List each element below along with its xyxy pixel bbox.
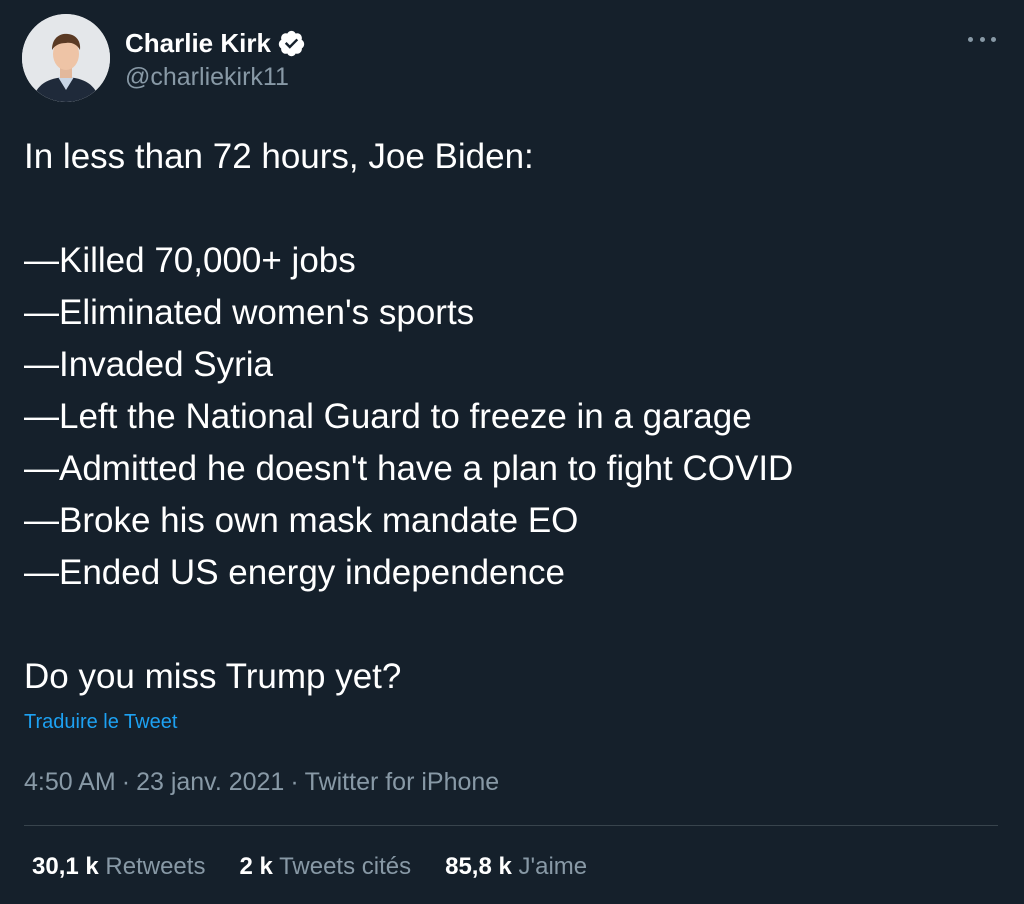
dot [991, 36, 996, 42]
tweet-header: Charlie Kirk @charliekirk11 [22, 14, 1002, 104]
dot [968, 36, 973, 42]
author-handle[interactable]: @charliekirk11 [125, 63, 306, 92]
tweet-line: In less than 72 hours, Joe Biden: [24, 137, 534, 176]
likes-count: 85,8 k [445, 853, 512, 880]
more-options-icon[interactable] [968, 32, 996, 46]
tweet-time[interactable]: 4:50 AM [24, 768, 116, 797]
quote-tweets-count: 2 k [239, 853, 273, 880]
tweet-line [24, 183, 984, 235]
tweet-source[interactable]: Twitter for iPhone [305, 768, 500, 797]
tweet-meta: 4:50 AM · 23 janv. 2021 · Twitter for iP… [24, 768, 499, 797]
verified-badge-icon [277, 29, 306, 58]
retweets-stat[interactable]: 30,1 k Retweets [32, 853, 205, 881]
meta-separator: · [290, 768, 299, 796]
tweet-line [24, 599, 984, 651]
tweet-line: —Left the National Guard to freeze in a … [24, 397, 752, 436]
author-identity: Charlie Kirk @charliekirk11 [125, 26, 306, 92]
likes-label: J'aime [518, 853, 588, 880]
divider [24, 825, 998, 826]
name-row: Charlie Kirk [125, 26, 306, 60]
retweets-count: 30,1 k [32, 853, 99, 880]
author-name[interactable]: Charlie Kirk [125, 28, 271, 59]
tweet-line: —Killed 70,000+ jobs [24, 241, 356, 280]
tweet-line: —Invaded Syria [24, 345, 274, 384]
tweet-text: In less than 72 hours, Joe Biden: —Kille… [24, 131, 984, 703]
tweet-date[interactable]: 23 janv. 2021 [136, 768, 284, 797]
profile-photo-icon [22, 14, 110, 102]
engagement-stats: 30,1 k Retweets 2 k Tweets cités 85,8 k … [32, 853, 587, 881]
tweet-line: —Ended US energy independence [24, 553, 565, 592]
tweet-line: Do you miss Trump yet? [24, 657, 402, 696]
tweet-line: —Admitted he doesn't have a plan to figh… [24, 449, 794, 488]
avatar[interactable] [22, 14, 110, 102]
likes-stat[interactable]: 85,8 k J'aime [445, 853, 587, 881]
tweet-line: —Broke his own mask mandate EO [24, 501, 579, 540]
quote-tweets-label: Tweets cités [279, 853, 412, 880]
dot [979, 36, 985, 42]
translate-tweet-link[interactable]: Traduire le Tweet [24, 711, 177, 734]
tweet-line: —Eliminated women's sports [24, 293, 475, 332]
quote-tweets-stat[interactable]: 2 k Tweets cités [239, 853, 411, 881]
retweets-label: Retweets [105, 853, 206, 880]
meta-separator: · [121, 768, 131, 796]
